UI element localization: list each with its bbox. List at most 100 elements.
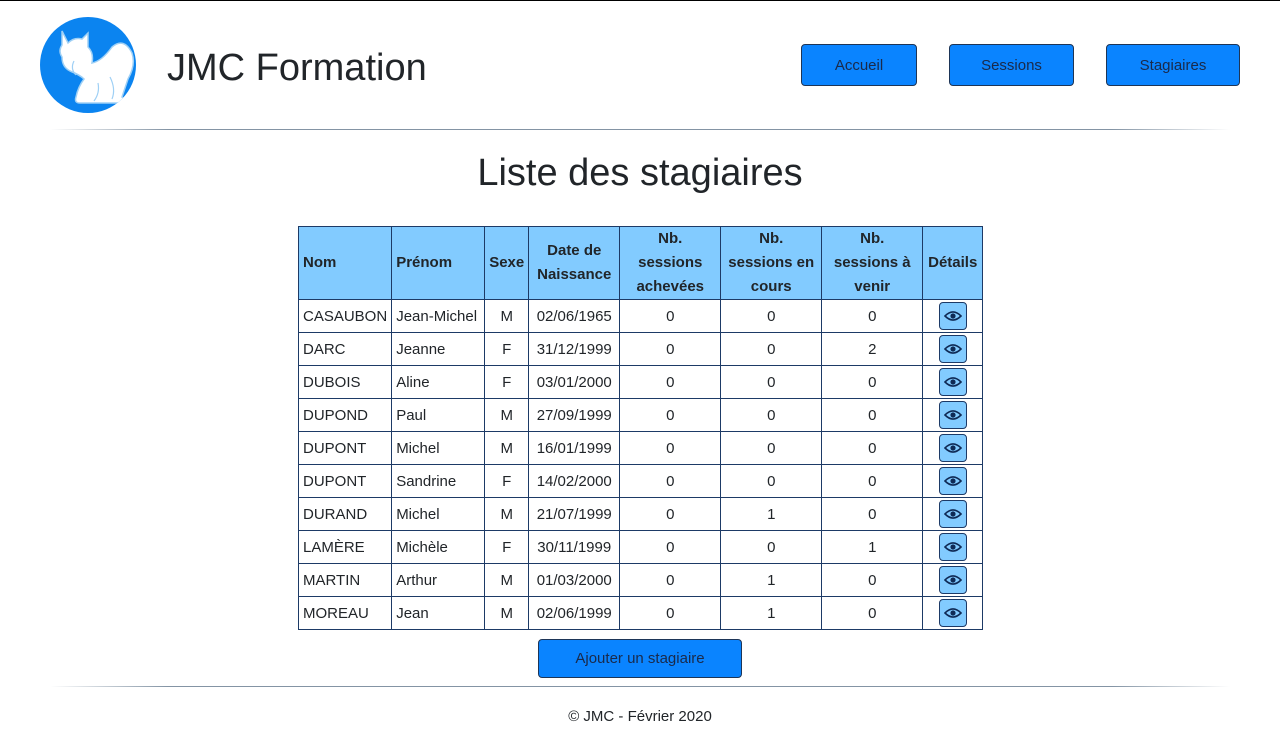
cell-date-naissance: 30/11/1999 xyxy=(528,530,621,564)
table-row: CASAUBON Jean-Michel M 02/06/1965 0 0 0 xyxy=(297,299,984,333)
cell-date-naissance: 02/06/1999 xyxy=(528,596,621,630)
cell-sexe: F xyxy=(484,365,530,399)
cell-prenom: Paul xyxy=(391,398,486,432)
eye-icon xyxy=(943,344,962,354)
eye-icon xyxy=(943,377,962,387)
cell-sessions-achevees: 0 xyxy=(619,365,722,399)
cell-date-naissance: 31/12/1999 xyxy=(528,332,621,366)
details-button[interactable] xyxy=(938,533,967,561)
cat-logo xyxy=(40,17,136,113)
cell-details xyxy=(922,497,984,531)
cell-date-naissance: 21/07/1999 xyxy=(528,497,621,531)
cell-prenom: Jean-Michel xyxy=(391,299,486,333)
cell-date-naissance: 03/01/2000 xyxy=(528,365,621,399)
cell-nom: DUPONT xyxy=(297,431,393,465)
cell-nom: DURAND xyxy=(297,497,393,531)
cell-prenom: Jean xyxy=(391,596,486,630)
cell-sexe: M xyxy=(484,596,530,630)
cell-nom: CASAUBON xyxy=(297,299,393,333)
cell-sessions-achevees: 0 xyxy=(619,398,722,432)
trainees-table: Nom Prénom Sexe Date de Naissance Nb. se… xyxy=(297,226,984,630)
cell-sessions-en-cours: 0 xyxy=(720,431,823,465)
eye-icon xyxy=(943,608,962,618)
cell-date-naissance: 02/06/1965 xyxy=(528,299,621,333)
cell-sessions-achevees: 0 xyxy=(619,530,722,564)
cell-nom: LAMÈRE xyxy=(297,530,393,564)
column-header-sessions-achevees: Nb. sessions achevées xyxy=(619,226,722,300)
cell-details xyxy=(922,596,984,630)
cell-sessions-en-cours: 0 xyxy=(720,464,823,498)
details-button[interactable] xyxy=(938,500,967,528)
table-row: MOREAU Jean M 02/06/1999 0 1 0 xyxy=(297,596,984,630)
details-button[interactable] xyxy=(938,335,967,363)
table-row: MARTIN Arthur M 01/03/2000 0 1 0 xyxy=(297,563,984,597)
cell-details xyxy=(922,563,984,597)
details-button[interactable] xyxy=(938,467,967,495)
cell-sessions-achevees: 0 xyxy=(619,497,722,531)
cell-sexe: F xyxy=(484,464,530,498)
eye-icon xyxy=(943,410,962,420)
eye-icon xyxy=(943,311,962,321)
cell-date-naissance: 01/03/2000 xyxy=(528,563,621,597)
cell-sessions-en-cours: 0 xyxy=(720,299,823,333)
cell-sessions-achevees: 0 xyxy=(619,431,722,465)
page-title: Liste des stagiaires xyxy=(477,152,803,194)
details-button[interactable] xyxy=(938,368,967,396)
cell-date-naissance: 16/01/1999 xyxy=(528,431,621,465)
cell-nom: MARTIN xyxy=(297,563,393,597)
cell-prenom: Aline xyxy=(391,365,486,399)
eye-icon xyxy=(943,542,962,552)
cell-sessions-achevees: 0 xyxy=(619,596,722,630)
table-row: DUPONT Michel M 16/01/1999 0 0 0 xyxy=(297,431,984,465)
cell-sessions-a-venir: 2 xyxy=(821,332,924,366)
nav-sessions-button[interactable]: Sessions xyxy=(949,44,1074,86)
table-row: DUBOIS Aline F 03/01/2000 0 0 0 xyxy=(297,365,984,399)
cell-sessions-achevees: 0 xyxy=(619,299,722,333)
header-divider xyxy=(50,129,1230,130)
cell-date-naissance: 14/02/2000 xyxy=(528,464,621,498)
cell-details xyxy=(922,530,984,564)
table-body: CASAUBON Jean-Michel M 02/06/1965 0 0 0 DARC Jea… xyxy=(297,299,984,630)
details-button[interactable] xyxy=(938,401,967,429)
cell-details xyxy=(922,365,984,399)
column-header-sexe: Sexe xyxy=(484,226,530,300)
cell-sexe: M xyxy=(484,431,530,465)
table-row: DUPONT Sandrine F 14/02/2000 0 0 0 xyxy=(297,464,984,498)
cell-sessions-achevees: 0 xyxy=(619,563,722,597)
cell-prenom: Jeanne xyxy=(391,332,486,366)
cell-prenom: Michel xyxy=(391,497,486,531)
details-button[interactable] xyxy=(938,599,967,627)
eye-icon xyxy=(943,575,962,585)
cell-sexe: M xyxy=(484,563,530,597)
cell-sessions-a-venir: 0 xyxy=(821,563,924,597)
nav-accueil-button[interactable]: Accueil xyxy=(801,44,917,86)
cell-prenom: Arthur xyxy=(391,563,486,597)
table-row: DARC Jeanne F 31/12/1999 0 0 2 xyxy=(297,332,984,366)
nav-stagiaires-button[interactable]: Stagiaires xyxy=(1106,44,1240,86)
cell-sessions-en-cours: 0 xyxy=(720,365,823,399)
site-title: JMC Formation xyxy=(167,47,427,89)
column-header-date-naissance: Date de Naissance xyxy=(528,226,621,300)
add-trainee-button[interactable]: Ajouter un stagiaire xyxy=(538,639,742,678)
cell-sexe: M xyxy=(484,398,530,432)
eye-icon xyxy=(943,509,962,519)
cell-sessions-a-venir: 0 xyxy=(821,398,924,432)
footer-divider xyxy=(50,686,1230,687)
cell-sessions-en-cours: 1 xyxy=(720,497,823,531)
cell-details xyxy=(922,431,984,465)
cell-sessions-a-venir: 0 xyxy=(821,299,924,333)
table-row: DURAND Michel M 21/07/1999 0 1 0 xyxy=(297,497,984,531)
footer-text: © JMC - Février 2020 xyxy=(568,708,712,725)
cell-details xyxy=(922,398,984,432)
cell-sessions-a-venir: 1 xyxy=(821,530,924,564)
details-button[interactable] xyxy=(938,566,967,594)
cell-sessions-en-cours: 0 xyxy=(720,530,823,564)
cell-date-naissance: 27/09/1999 xyxy=(528,398,621,432)
eye-icon xyxy=(943,443,962,453)
table-row: LAMÈRE Michèle F 30/11/1999 0 0 1 xyxy=(297,530,984,564)
cell-sessions-en-cours: 0 xyxy=(720,398,823,432)
details-button[interactable] xyxy=(938,302,967,330)
cell-sessions-a-venir: 0 xyxy=(821,365,924,399)
details-button[interactable] xyxy=(938,434,967,462)
cell-nom: DARC xyxy=(297,332,393,366)
